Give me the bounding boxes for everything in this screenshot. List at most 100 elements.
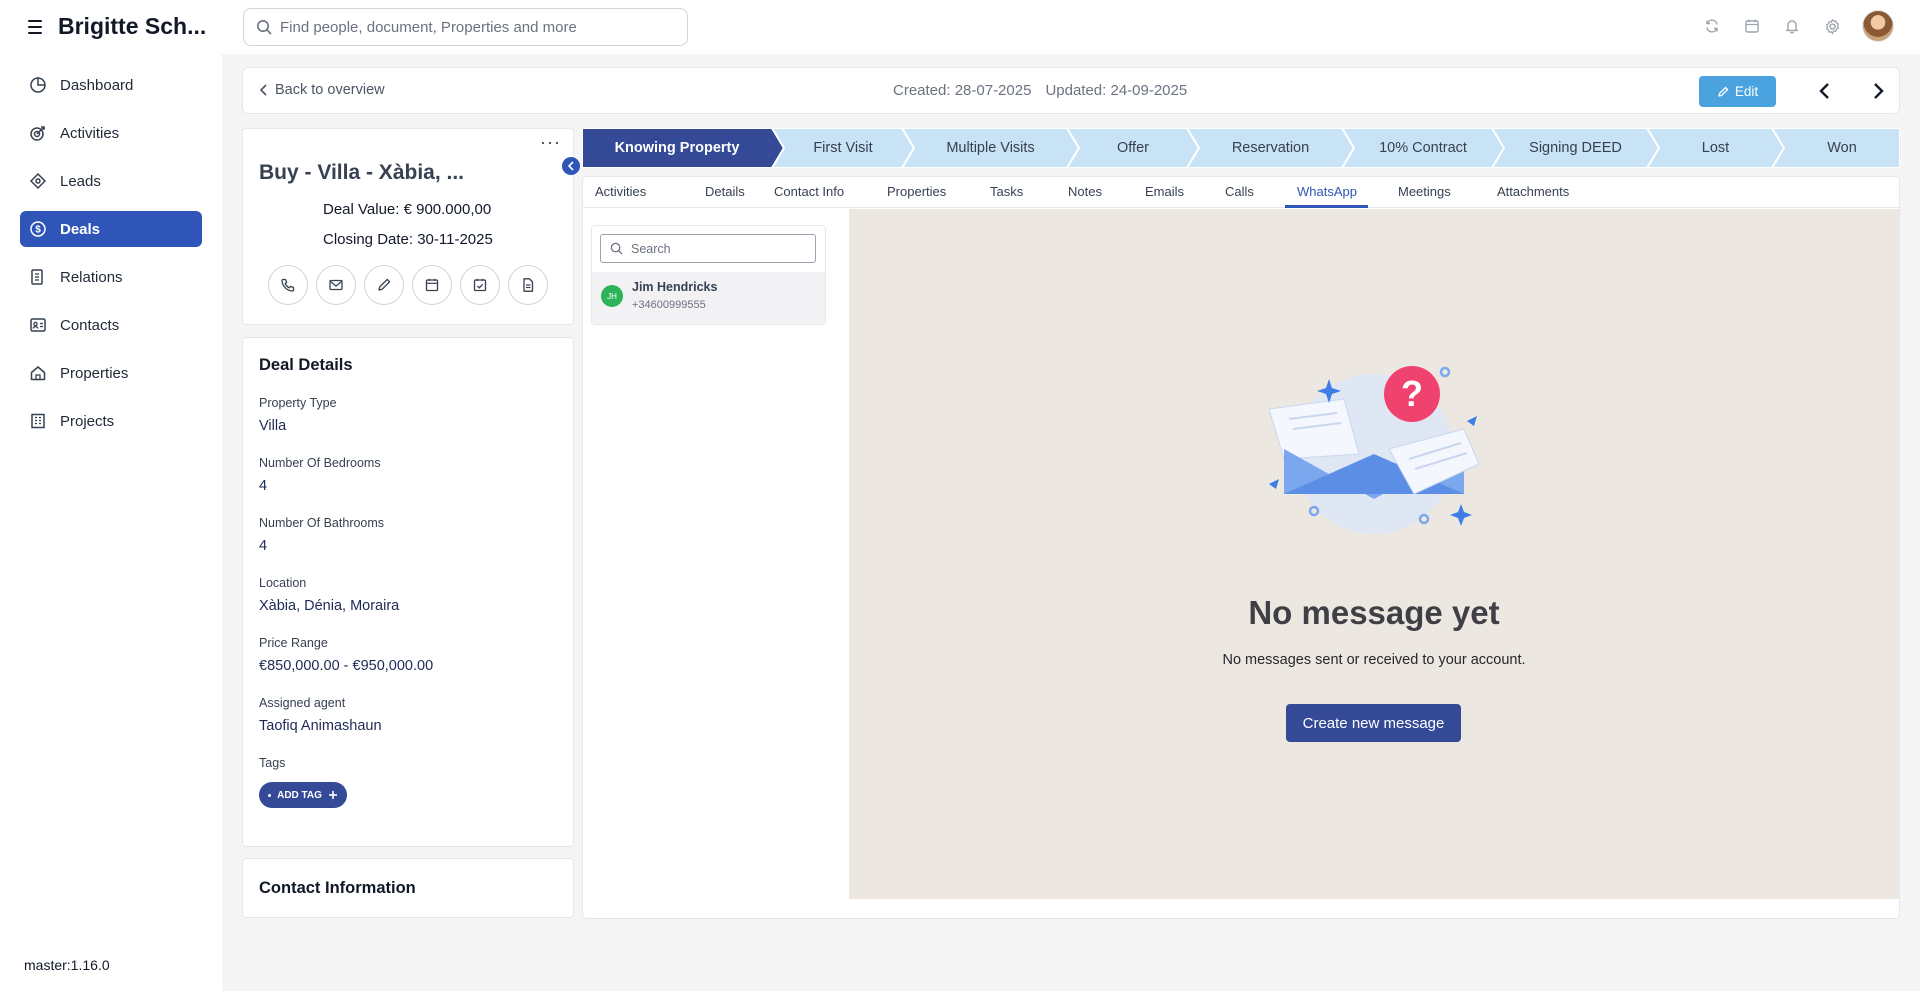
- back-to-overview-link[interactable]: Back to overview: [259, 82, 385, 98]
- tab-activities[interactable]: Activities: [595, 184, 646, 199]
- sidebar-item-relations[interactable]: Relations: [20, 259, 202, 295]
- tab-details[interactable]: Details: [705, 184, 745, 199]
- menu-icon[interactable]: [24, 16, 46, 38]
- meeting-button[interactable]: [412, 265, 452, 305]
- closing-date: Closing Date: 30-11-2025: [323, 231, 493, 248]
- deal-summary-card: ··· Buy - Villa - Xàbia, ... Deal Value:…: [242, 128, 574, 325]
- sidebar-item-projects[interactable]: Projects: [20, 403, 202, 439]
- empty-state-title: No message yet: [1248, 594, 1500, 631]
- tab-meetings[interactable]: Meetings: [1398, 184, 1451, 199]
- top-bar: Brigitte Sch...: [0, 0, 1920, 54]
- more-options-icon[interactable]: ···: [540, 132, 561, 153]
- tab-properties[interactable]: Properties: [887, 184, 946, 199]
- pipeline-stage-lost[interactable]: Lost: [1659, 128, 1772, 168]
- empty-state-subtitle: No messages sent or received to your acc…: [1222, 652, 1526, 668]
- sidebar: Dashboard Activities Leads $ Deals Relat…: [0, 54, 222, 991]
- tab-attachments[interactable]: Attachments: [1497, 184, 1569, 199]
- assigned-agent-value: Taofiq Animashaun: [259, 718, 382, 734]
- pipeline-stage-reservation[interactable]: Reservation: [1199, 128, 1342, 168]
- tab-whatsapp[interactable]: WhatsApp: [1297, 184, 1357, 199]
- edit-button[interactable]: Edit: [1699, 76, 1776, 107]
- chat-search-input[interactable]: [631, 241, 815, 256]
- sidebar-item-contacts[interactable]: Contacts: [20, 307, 202, 343]
- tab-tasks[interactable]: Tasks: [990, 184, 1023, 199]
- pipeline-stage-won[interactable]: Won: [1784, 128, 1900, 168]
- tab-emails[interactable]: Emails: [1145, 184, 1184, 199]
- calendar-icon: [425, 278, 439, 292]
- dashboard-icon: [28, 75, 48, 95]
- deal-details-title: Deal Details: [259, 356, 353, 374]
- chat-list: JH Jim Hendricks +34600999555: [591, 225, 826, 325]
- bathrooms-label: Number Of Bathrooms: [259, 516, 385, 530]
- gear-icon[interactable]: [1822, 16, 1842, 36]
- message-area: ? No message yet No messages sent or rec…: [849, 209, 1899, 899]
- sidebar-item-label: Deals: [60, 220, 101, 238]
- sidebar-item-dashboard[interactable]: Dashboard: [20, 67, 202, 103]
- pipeline-stage-10-contract[interactable]: 10% Contract: [1354, 128, 1492, 168]
- bathrooms-value: 4: [259, 538, 268, 554]
- contact-avatar: JH: [601, 285, 623, 307]
- contact-information-card: Contact Information: [242, 858, 574, 918]
- pipeline-stage-signing-deed[interactable]: Signing DEED: [1504, 128, 1647, 168]
- calendar-check-icon: [473, 278, 487, 292]
- add-tag-label: ADD TAG: [277, 789, 322, 801]
- pipeline-stage-multiple-visits[interactable]: Multiple Visits: [914, 128, 1067, 168]
- chat-contact-name: Jim Hendricks: [632, 280, 718, 294]
- user-avatar[interactable]: [1862, 10, 1894, 42]
- document-button[interactable]: [508, 265, 548, 305]
- next-deal-button[interactable]: [1866, 78, 1892, 104]
- sidebar-item-properties[interactable]: Properties: [20, 355, 202, 391]
- location-label: Location: [259, 576, 307, 590]
- plus-icon: [328, 791, 337, 799]
- contact-information-title: Contact Information: [259, 879, 416, 897]
- sidebar-item-activities[interactable]: Activities: [20, 115, 202, 151]
- deal-main-panel: Activities Details Contact Info Properties T…: [582, 176, 1900, 919]
- bullet-icon: [268, 793, 272, 797]
- tab-calls[interactable]: Calls: [1225, 184, 1254, 199]
- sync-icon[interactable]: [1702, 16, 1722, 36]
- mail-icon: [329, 279, 343, 291]
- pipeline-stage-first-visit[interactable]: First Visit: [784, 128, 902, 168]
- deal-value: Deal Value: € 900.000,00: [323, 201, 492, 218]
- tab-notes[interactable]: Notes: [1068, 184, 1102, 199]
- deal-actions: [268, 265, 548, 305]
- email-button[interactable]: [316, 265, 356, 305]
- tab-contact-info[interactable]: Contact Info: [774, 184, 844, 199]
- phone-icon: [281, 278, 295, 292]
- global-search-input[interactable]: [280, 18, 687, 36]
- task-button[interactable]: [460, 265, 500, 305]
- chat-list-item[interactable]: JH Jim Hendricks +34600999555: [592, 272, 825, 324]
- chat-search[interactable]: [600, 234, 816, 263]
- assigned-agent-label: Assigned agent: [259, 696, 346, 710]
- brand-name: Brigitte Sch...: [58, 13, 207, 39]
- leads-icon: [28, 171, 48, 191]
- sidebar-item-leads[interactable]: Leads: [20, 163, 202, 199]
- search-icon: [257, 20, 272, 35]
- chevron-left-icon: [567, 161, 574, 171]
- activities-icon: [28, 123, 48, 143]
- document-icon: [523, 278, 534, 292]
- projects-icon: [28, 411, 48, 431]
- edit-label: Edit: [1734, 84, 1759, 99]
- pipeline-stage-offer[interactable]: Offer: [1079, 128, 1187, 168]
- chevron-left-icon: [1819, 83, 1829, 99]
- search-icon: [610, 242, 623, 255]
- pipeline-stage-knowing-property[interactable]: Knowing Property: [582, 128, 772, 168]
- create-new-message-button[interactable]: Create new message: [1286, 704, 1461, 742]
- contacts-icon: [28, 315, 48, 335]
- sidebar-item-label: Properties: [60, 364, 129, 382]
- previous-deal-button[interactable]: [1811, 78, 1837, 104]
- note-button[interactable]: [364, 265, 404, 305]
- deal-tabs: Activities Details Contact Info Properties T…: [583, 177, 1899, 208]
- sidebar-item-deals[interactable]: $ Deals: [20, 211, 202, 247]
- global-search[interactable]: [243, 8, 688, 46]
- svg-text:?: ?: [1401, 373, 1423, 414]
- call-button[interactable]: [268, 265, 308, 305]
- add-tag-button[interactable]: ADD TAG: [259, 782, 347, 808]
- calendar-icon[interactable]: [1742, 16, 1762, 36]
- sidebar-item-label: Activities: [60, 124, 120, 142]
- bell-icon[interactable]: [1782, 16, 1802, 36]
- deal-details-card: Deal Details Property Type Villa Number …: [242, 337, 574, 847]
- collapse-panel-button[interactable]: [562, 157, 580, 175]
- sidebar-item-label: Dashboard: [60, 76, 134, 94]
